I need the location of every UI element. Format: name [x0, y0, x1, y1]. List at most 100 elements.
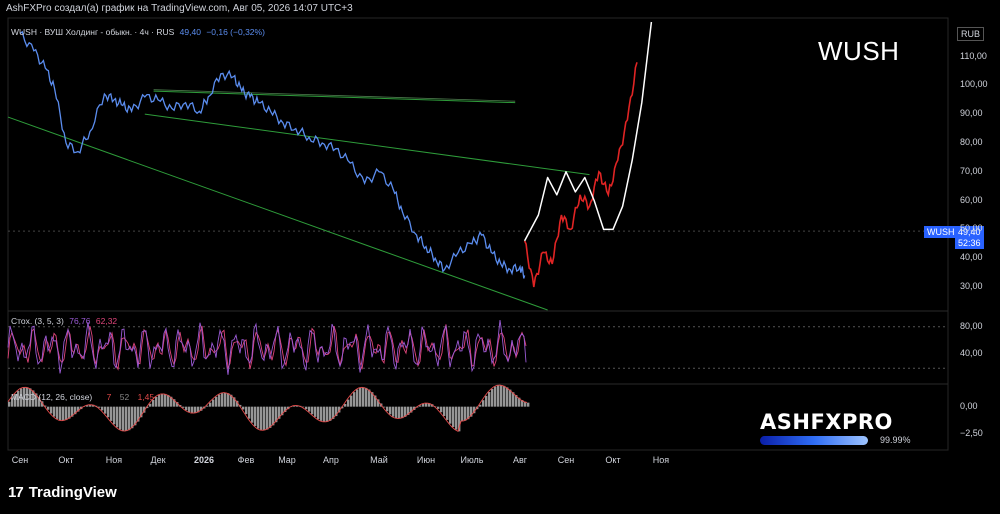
macd-axis-tick: −2,50	[960, 427, 983, 438]
price-axis-tick: 110,00	[960, 50, 987, 61]
macd-histogram-bar	[56, 406, 59, 419]
macd-histogram-bar	[65, 406, 68, 421]
stoch-axis-tick: 40,00	[960, 348, 983, 359]
macd-histogram-bar	[59, 406, 62, 421]
red-projection-line	[523, 62, 638, 288]
price-axis-tick: 30,00	[960, 280, 983, 291]
macd-histogram-bar	[104, 406, 107, 414]
macd-histogram-bar	[479, 404, 482, 407]
stoch-legend: Стох. (3, 5, 3) 76,76 62,32	[11, 316, 117, 326]
macd-histogram-bar	[128, 406, 131, 431]
macd-histogram-bar	[116, 406, 119, 428]
time-axis-tick: Май	[370, 455, 388, 465]
macd-histogram-bar	[485, 395, 488, 407]
macd-histogram-bar	[257, 406, 260, 429]
macd-histogram-bar	[398, 406, 401, 419]
currency-label[interactable]: RUB	[957, 27, 985, 41]
macd-histogram-bar	[188, 406, 191, 413]
macd-histogram-bar	[215, 396, 218, 407]
macd-histogram-bar	[113, 406, 116, 425]
macd-histogram-bar	[506, 387, 509, 407]
macd-histogram-bar	[401, 406, 404, 419]
macd-histogram-bar	[224, 392, 227, 407]
stoch-d-line	[7, 324, 527, 371]
macd-histogram-bar	[509, 389, 512, 407]
macd-histogram-bar	[242, 406, 245, 410]
stoch-k-value: 76,76	[69, 316, 91, 326]
macd-value-3: 1,45	[137, 392, 155, 402]
macd-histogram-bar	[251, 406, 254, 423]
macd-histogram-bar	[464, 406, 467, 421]
macd-histogram-bar	[8, 401, 11, 407]
main-legend: WUSH · ВУШ Холдинг - обыкн. · 4ч · RUS 4…	[11, 27, 265, 37]
macd-histogram-bar	[308, 406, 311, 412]
macd-histogram-bar	[455, 406, 458, 430]
macd-histogram-bar	[320, 406, 323, 421]
macd-label: MACD (12, 26, close)	[11, 392, 93, 402]
price-axis-tick: 60,00	[960, 194, 983, 205]
price-axis-tick: 80,00	[960, 136, 983, 147]
macd-histogram-bar	[149, 403, 152, 407]
macd-histogram-bar	[194, 406, 197, 414]
macd-histogram-bar	[422, 403, 425, 407]
price-tag-symbol: WUSH	[924, 226, 958, 238]
last-price: 49,40	[179, 27, 201, 37]
time-axis-tick: Авг	[512, 455, 528, 465]
tradingview-logo[interactable]: 17 TradingView	[8, 484, 117, 501]
price-axis-tick: 70,00	[960, 165, 983, 176]
macd-histogram-bar	[449, 406, 452, 424]
macd-histogram-bar	[329, 406, 332, 421]
time-axis-tick: Мар	[278, 455, 296, 465]
macd-histogram-bar	[317, 406, 320, 420]
macd-histogram-bar	[47, 406, 50, 410]
price-axis-tick: 90,00	[960, 108, 983, 119]
macd-histogram-bar	[353, 392, 356, 407]
macd-histogram-bar	[491, 388, 494, 407]
macd-histogram-bar	[209, 402, 212, 407]
macd-histogram-bar	[437, 406, 440, 409]
time-axis-tick: 2026	[193, 455, 215, 465]
macd-histogram-bar	[311, 406, 314, 415]
macd-histogram-bar	[326, 406, 329, 422]
time-axis-tick: Ноя	[105, 455, 123, 465]
time-axis-tick: Ноя	[652, 455, 670, 465]
macd-histogram-bar	[119, 406, 122, 430]
time-axis-tick: Дек	[150, 455, 166, 465]
tradingview-logo-text: TradingView	[28, 484, 117, 501]
price-axis-tick: 100,00	[960, 79, 988, 90]
macd-histogram-bar	[110, 406, 113, 421]
macd-histogram-bar	[221, 393, 224, 407]
macd-histogram-bar	[482, 400, 485, 407]
macd-histogram-bar	[122, 406, 125, 431]
macd-histogram-bar	[161, 393, 164, 407]
macd-histogram-bar	[164, 393, 167, 407]
macd-histogram-bar	[392, 406, 395, 417]
time-axis-tick: Апр	[323, 455, 339, 465]
macd-histogram-bar	[248, 406, 251, 419]
macd-histogram-bar	[245, 406, 248, 415]
stoch-d-value: 62,32	[95, 316, 118, 326]
macd-histogram-bar	[254, 406, 257, 427]
macd-histogram-bar	[503, 385, 506, 407]
macd-histogram-bar	[218, 394, 221, 407]
macd-histogram-bar	[362, 387, 365, 407]
macd-histogram-bar	[323, 406, 326, 422]
macd-histogram-bar	[62, 406, 65, 421]
brand-progress-label: 99.99%	[880, 435, 911, 445]
time-axis-tick: Окт	[605, 455, 621, 465]
macd-histogram-bar	[344, 403, 347, 407]
macd-histogram-bar	[314, 406, 317, 417]
macd-histogram-bar	[395, 406, 398, 419]
trendline-lower	[7, 116, 548, 311]
macd-histogram-bar	[305, 406, 308, 410]
macd-histogram-bar	[125, 406, 128, 432]
macd-value-1: 7	[106, 392, 112, 402]
macd-histogram-bar	[227, 393, 230, 407]
macd-value-2: 52	[119, 392, 130, 402]
symbol-watermark: WUSH	[818, 36, 900, 66]
price-tag-countdown: 52:36	[955, 237, 984, 249]
macd-histogram-bar	[50, 406, 53, 414]
macd-histogram-bar	[131, 406, 134, 429]
macd-histogram-bar	[359, 387, 362, 407]
brand-logo-text: ASHFXPRO	[760, 410, 893, 434]
